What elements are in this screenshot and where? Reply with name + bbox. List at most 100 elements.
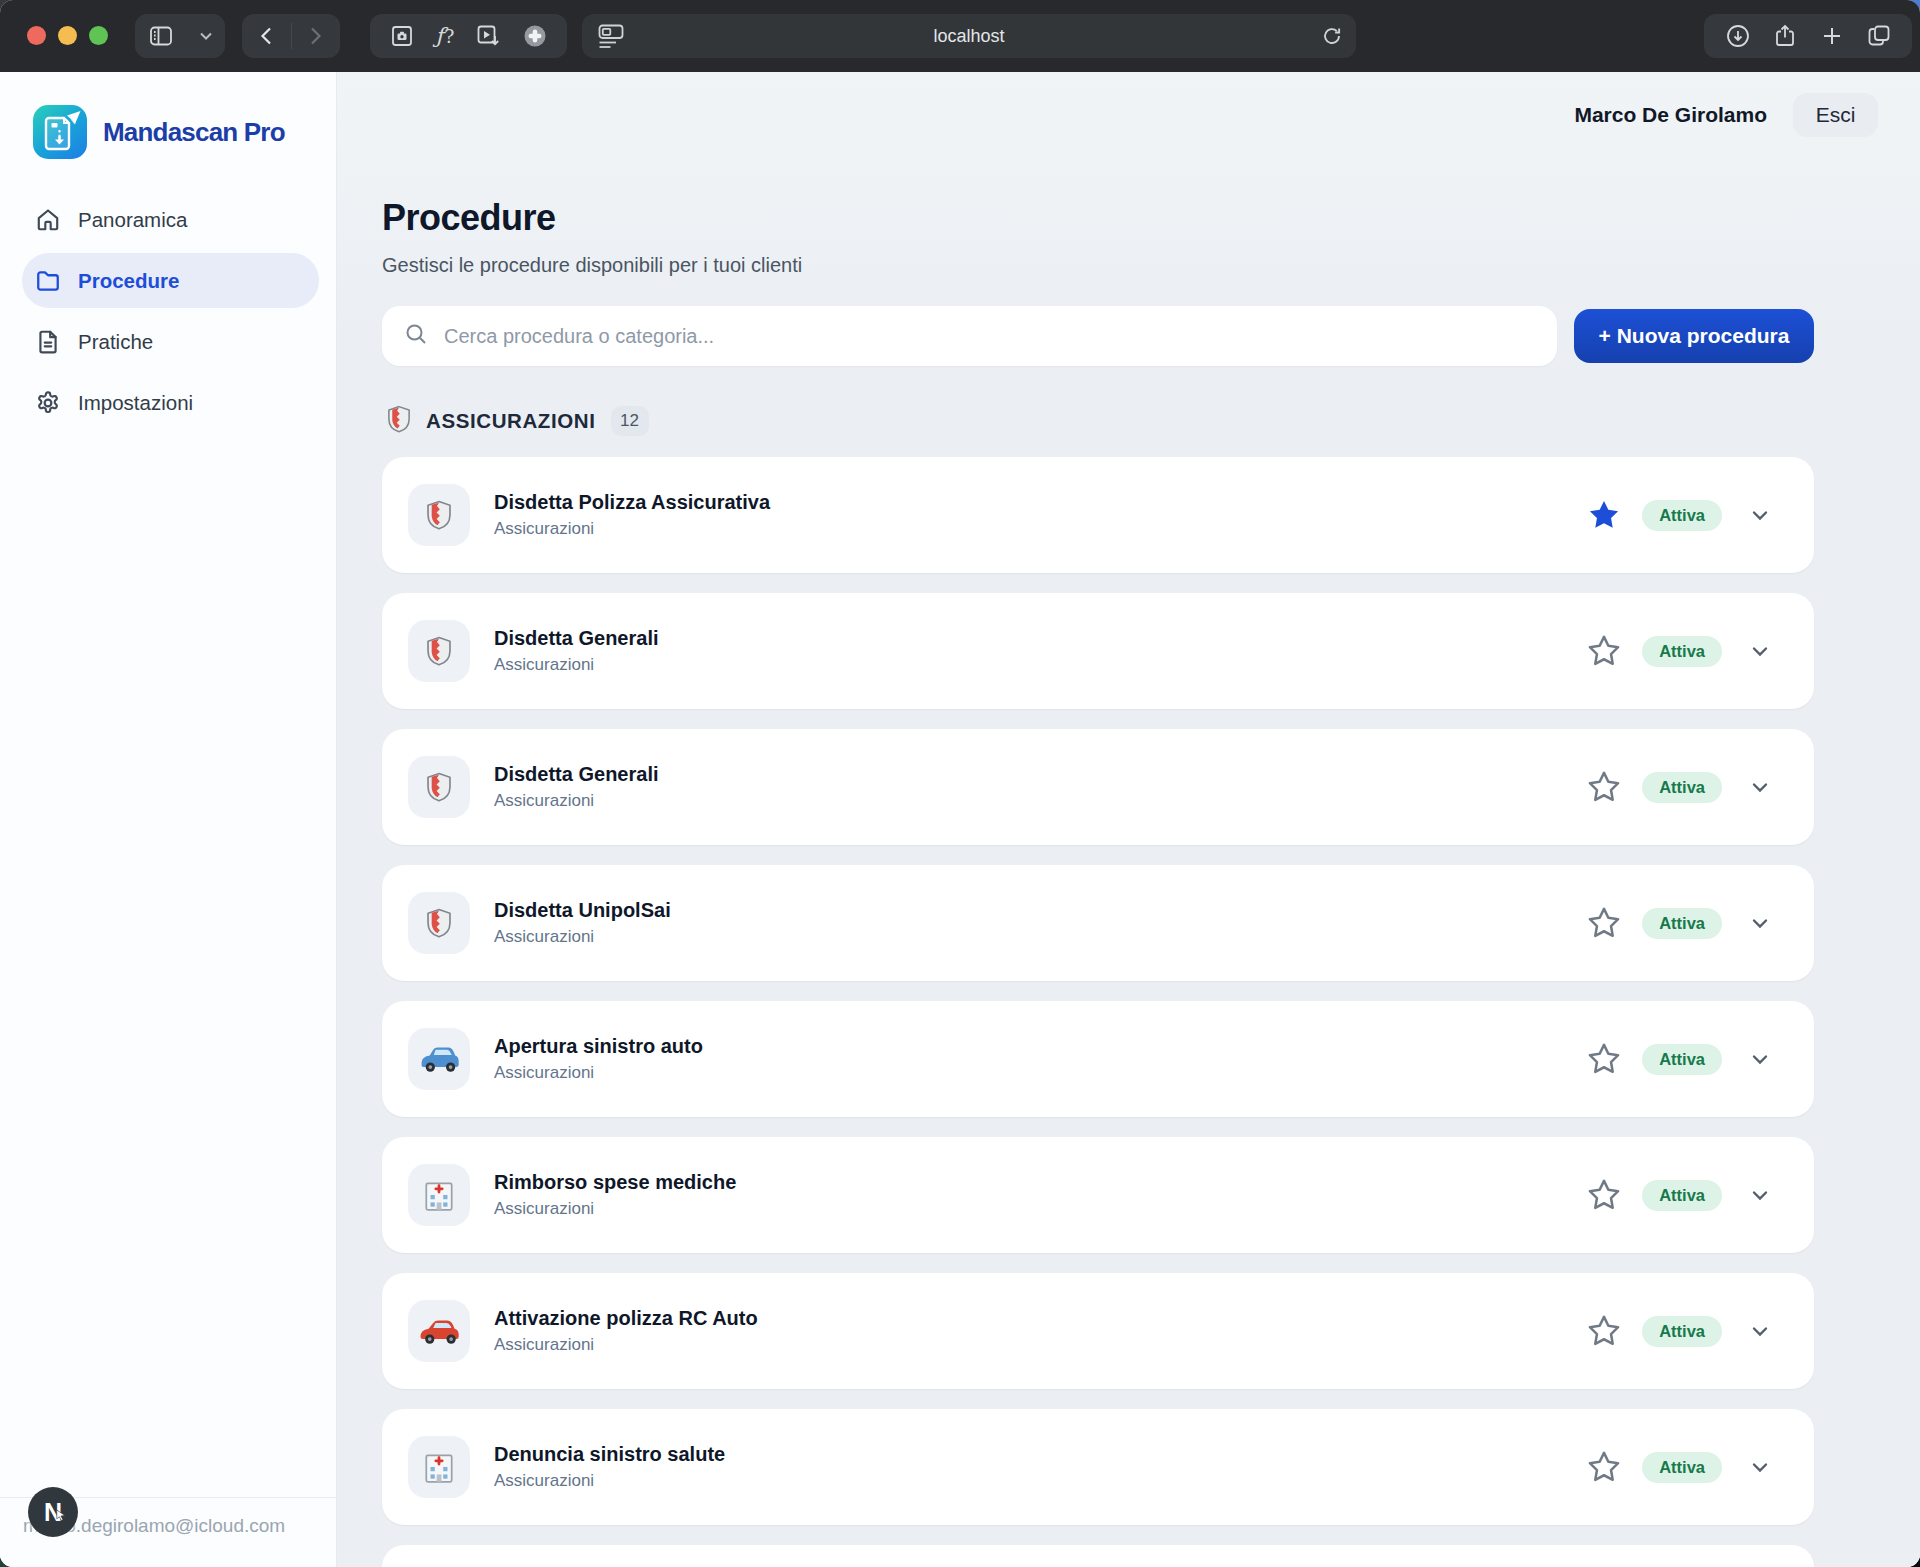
procedure-category: Assicurazioni bbox=[494, 519, 770, 539]
chevron-down-icon[interactable] bbox=[1748, 911, 1772, 935]
procedure-title: Apertura sinistro auto bbox=[494, 1035, 703, 1058]
brand: Mandascan Pro bbox=[33, 105, 285, 159]
address-bar[interactable]: localhost bbox=[582, 14, 1356, 58]
status-badge: Attiva bbox=[1642, 636, 1722, 667]
desktop-background: ƒ? localhost bbox=[0, 0, 1920, 1567]
share-icon[interactable] bbox=[1772, 23, 1798, 49]
sidebar-item-impostazioni[interactable]: Impostazioni bbox=[22, 375, 319, 430]
downloads-icon[interactable] bbox=[1725, 23, 1751, 49]
brand-name: Mandascan Pro bbox=[103, 117, 285, 148]
favorite-star-icon[interactable] bbox=[1584, 769, 1624, 805]
procedure-title: Disdetta UnipolSai bbox=[494, 899, 671, 922]
sidebar: Mandascan Pro Panoramica Procedure Prati… bbox=[0, 72, 337, 1567]
car-blue-icon bbox=[408, 1028, 470, 1090]
procedure-card-partial[interactable] bbox=[382, 1545, 1814, 1567]
reload-icon[interactable] bbox=[1321, 25, 1343, 51]
page-title: Procedure bbox=[382, 198, 1814, 238]
puzzle-extension-icon[interactable] bbox=[522, 23, 548, 49]
tab-overview-icon[interactable] bbox=[1866, 23, 1892, 49]
export-extension-icon[interactable] bbox=[475, 23, 501, 49]
gear-icon bbox=[35, 390, 61, 416]
hospital-icon bbox=[408, 1436, 470, 1498]
favorite-star-icon[interactable] bbox=[1584, 1449, 1624, 1485]
browser-window: ƒ? localhost bbox=[0, 0, 1920, 1567]
search-input[interactable]: Cerca procedura o categoria... bbox=[382, 306, 1557, 366]
chevron-down-icon[interactable] bbox=[1748, 1183, 1772, 1207]
procedure-category: Assicurazioni bbox=[494, 1471, 725, 1491]
procedure-category: Assicurazioni bbox=[494, 1335, 758, 1355]
function-extension-icon[interactable]: ƒ? bbox=[436, 24, 455, 48]
chevron-down-icon[interactable] bbox=[1748, 639, 1772, 663]
home-icon bbox=[35, 207, 61, 233]
category-name: ASSICURAZIONI bbox=[426, 409, 596, 433]
chevron-down-icon[interactable] bbox=[1748, 503, 1772, 527]
procedure-card[interactable]: Disdetta UnipolSai Assicurazioni Attiva bbox=[382, 865, 1814, 981]
procedure-category: Assicurazioni bbox=[494, 927, 671, 947]
sidebar-toggle-icon[interactable] bbox=[148, 23, 174, 49]
status-badge: Attiva bbox=[1642, 1180, 1722, 1211]
history-nav-group bbox=[242, 14, 340, 58]
favorite-star-icon[interactable] bbox=[1584, 1041, 1624, 1077]
close-window-button[interactable] bbox=[27, 26, 46, 45]
procedure-category: Assicurazioni bbox=[494, 1199, 736, 1219]
procedure-category: Assicurazioni bbox=[494, 1063, 703, 1083]
app-logo-icon bbox=[33, 105, 87, 159]
favorite-star-icon[interactable] bbox=[1584, 905, 1624, 941]
procedure-card[interactable]: Attivazione polizza RC Auto Assicurazion… bbox=[382, 1273, 1814, 1389]
status-badge: Attiva bbox=[1642, 500, 1722, 531]
procedure-card[interactable]: Disdetta Generali Assicurazioni Attiva bbox=[382, 593, 1814, 709]
procedure-card[interactable]: Apertura sinistro auto Assicurazioni Att… bbox=[382, 1001, 1814, 1117]
shield-icon bbox=[387, 405, 411, 437]
category-count-badge: 12 bbox=[611, 406, 649, 436]
screenshot-extension-icon[interactable] bbox=[389, 23, 415, 49]
toolbar-actions-group bbox=[1704, 14, 1912, 58]
favorite-star-icon[interactable] bbox=[1584, 633, 1624, 669]
new-procedure-button[interactable]: + Nuova procedura bbox=[1574, 309, 1814, 363]
sidebar-toggle-group bbox=[135, 14, 225, 58]
procedure-title: Disdetta Generali bbox=[494, 763, 659, 786]
sidebar-item-panoramica[interactable]: Panoramica bbox=[22, 192, 319, 247]
status-badge: Attiva bbox=[1642, 772, 1722, 803]
forward-icon[interactable] bbox=[304, 25, 326, 47]
procedure-category: Assicurazioni bbox=[494, 791, 659, 811]
new-tab-icon[interactable] bbox=[1819, 23, 1845, 49]
sidebar-item-procedure[interactable]: Procedure bbox=[22, 253, 319, 308]
url-text: localhost bbox=[582, 26, 1356, 47]
procedure-card[interactable]: Disdetta Generali Assicurazioni Attiva bbox=[382, 729, 1814, 845]
procedure-title: Attivazione polizza RC Auto bbox=[494, 1307, 758, 1330]
procedure-title: Denuncia sinistro salute bbox=[494, 1443, 725, 1466]
sidebar-item-pratiche[interactable]: Pratiche bbox=[22, 314, 319, 369]
chevron-down-icon[interactable] bbox=[1748, 1455, 1772, 1479]
favorite-star-icon[interactable] bbox=[1584, 497, 1624, 533]
page-subtitle: Gestisci le procedure disponibili per i … bbox=[382, 251, 1814, 279]
folder-icon bbox=[35, 268, 61, 294]
status-badge: Attiva bbox=[1642, 1316, 1722, 1347]
hospital-icon bbox=[408, 1164, 470, 1226]
window-controls bbox=[27, 26, 108, 45]
sidebar-nav: Panoramica Procedure Pratiche Impostazio… bbox=[0, 192, 336, 430]
back-icon[interactable] bbox=[256, 25, 278, 47]
avatar[interactable]: N bbox=[28, 1487, 78, 1537]
procedure-card[interactable]: Denuncia sinistro salute Assicurazioni A… bbox=[382, 1409, 1814, 1525]
chevron-down-icon[interactable] bbox=[1748, 775, 1772, 799]
zoom-window-button[interactable] bbox=[89, 26, 108, 45]
chevron-down-icon[interactable] bbox=[199, 31, 213, 41]
browser-toolbar: ƒ? localhost bbox=[0, 0, 1920, 72]
procedure-title: Disdetta Polizza Assicurativa bbox=[494, 491, 770, 514]
procedure-card[interactable]: Rimborso spese mediche Assicurazioni Att… bbox=[382, 1137, 1814, 1253]
procedure-card[interactable]: Disdetta Polizza Assicurativa Assicurazi… bbox=[382, 457, 1814, 573]
car-red-icon bbox=[408, 1300, 470, 1362]
shield-icon bbox=[408, 892, 470, 954]
status-badge: Attiva bbox=[1642, 1452, 1722, 1483]
document-icon bbox=[35, 329, 61, 355]
chevron-down-icon[interactable] bbox=[1748, 1047, 1772, 1071]
search-icon bbox=[404, 322, 428, 350]
favorite-star-icon[interactable] bbox=[1584, 1313, 1624, 1349]
minimize-window-button[interactable] bbox=[58, 26, 77, 45]
procedure-title: Disdetta Generali bbox=[494, 627, 659, 650]
favorite-star-icon[interactable] bbox=[1584, 1177, 1624, 1213]
shield-icon bbox=[408, 756, 470, 818]
chevron-down-icon[interactable] bbox=[1748, 1319, 1772, 1343]
procedure-category: Assicurazioni bbox=[494, 655, 659, 675]
procedure-list: Disdetta Polizza Assicurativa Assicurazi… bbox=[382, 457, 1814, 1567]
